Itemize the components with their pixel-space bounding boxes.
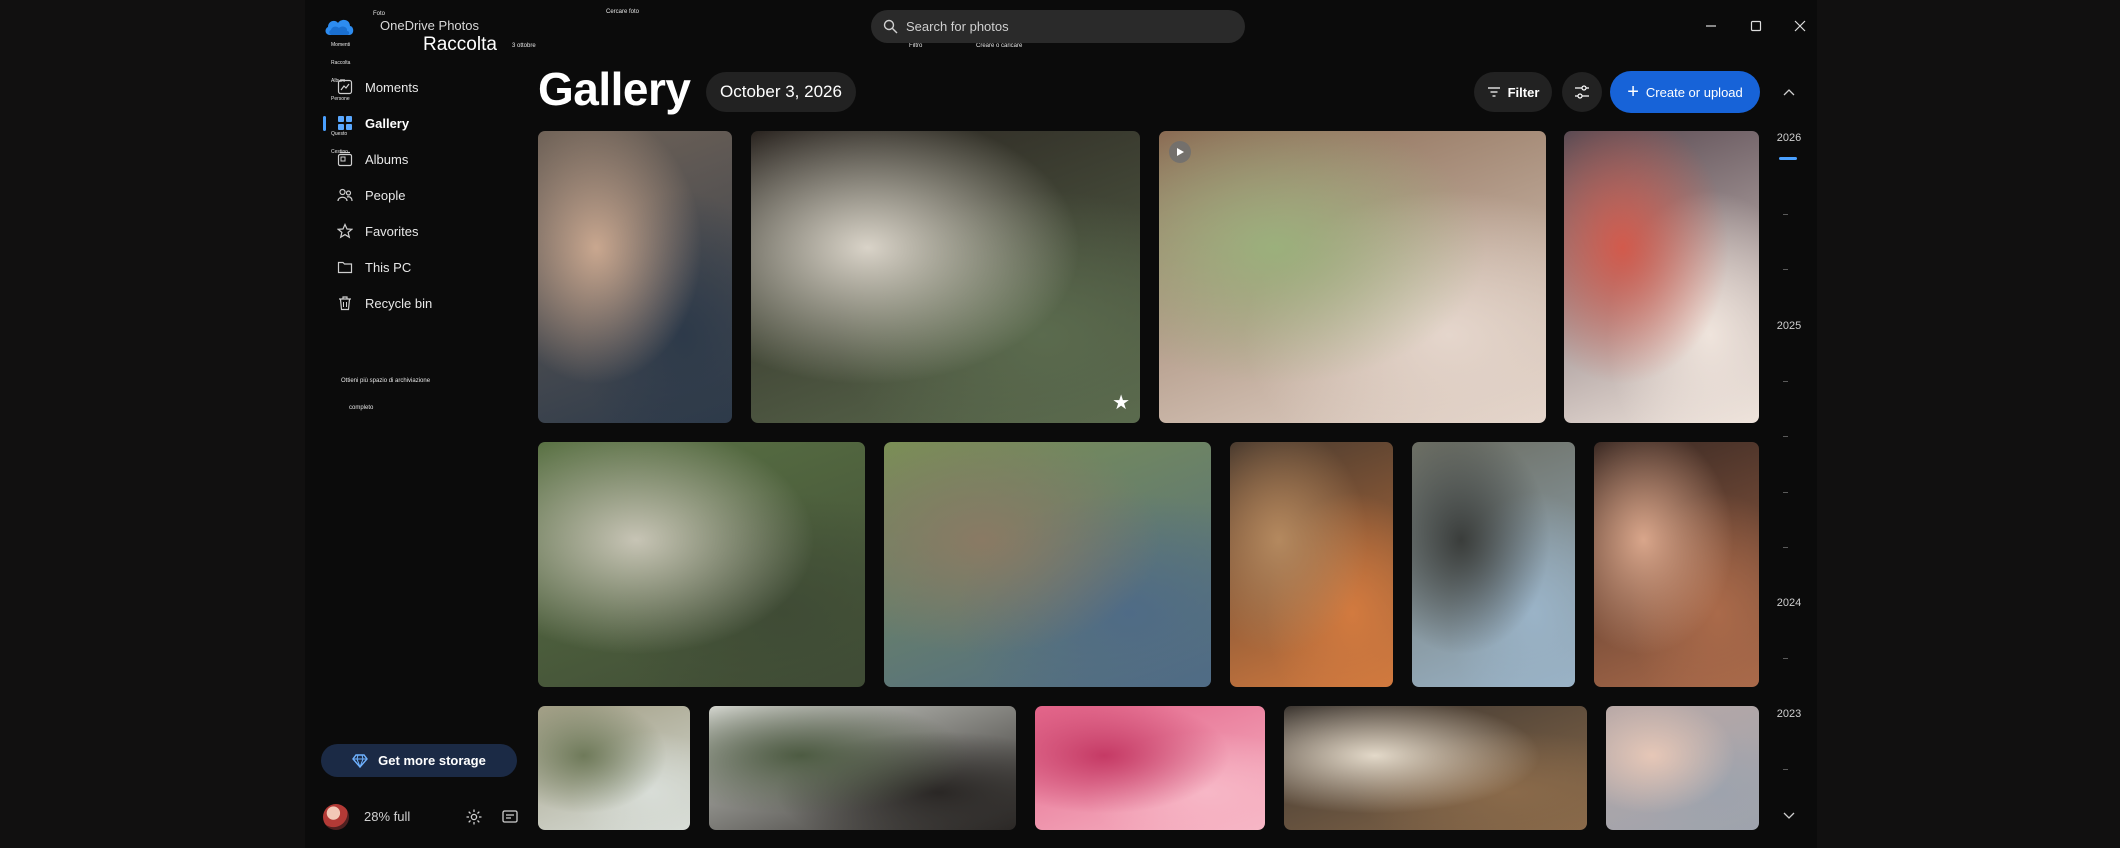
- overlay-date: 3 ottobre: [512, 43, 536, 49]
- timeline-tick: [1783, 214, 1788, 215]
- close-icon[interactable]: [1788, 14, 1812, 38]
- trash-icon: [335, 293, 355, 313]
- timeline-year[interactable]: 2024: [1774, 597, 1804, 609]
- timeline-tick: [1783, 436, 1788, 437]
- timeline-year[interactable]: 2026: [1774, 132, 1804, 144]
- maximize-icon[interactable]: [1744, 14, 1768, 38]
- sliders-icon: [1575, 85, 1589, 99]
- gallery-icon: [335, 113, 355, 133]
- timeline-tick: [1783, 269, 1788, 270]
- video-play-icon: [1169, 141, 1191, 163]
- storage-usage: 28% full: [364, 809, 411, 824]
- sidebar-item-label: Gallery: [365, 115, 410, 131]
- overlay-crea: Creare o caricare: [976, 43, 1023, 49]
- timeline-tick: [1783, 381, 1788, 382]
- search-icon: [883, 19, 898, 34]
- page-title: Gallery: [538, 63, 691, 115]
- favorite-star-icon: ★: [1112, 392, 1130, 414]
- photo-thumbnail[interactable]: [884, 442, 1211, 687]
- photo-thumbnail[interactable]: [538, 442, 865, 687]
- minimize-icon[interactable]: [1699, 14, 1723, 38]
- sidebar-item-label: Favorites: [365, 223, 419, 239]
- timeline-tick: [1783, 492, 1788, 493]
- sidebar-item-label: This PC: [365, 259, 412, 275]
- view-options-button[interactable]: [1562, 72, 1602, 112]
- active-indicator: [323, 116, 326, 131]
- overlay-completo: completo: [349, 405, 374, 411]
- photo-thumbnail[interactable]: ★: [751, 131, 1140, 423]
- overlay-filtro: Filtro: [909, 43, 923, 49]
- get-more-storage-button[interactable]: Get more storage: [321, 744, 517, 777]
- photo-thumbnail[interactable]: [1412, 442, 1575, 687]
- people-icon: [335, 185, 355, 205]
- filter-button[interactable]: Filter: [1474, 72, 1552, 112]
- sidebar-item-label: Recycle bin: [365, 295, 433, 311]
- albums-icon: [335, 149, 355, 169]
- filter-icon: [1487, 87, 1500, 97]
- filter-label: Filter: [1507, 84, 1540, 100]
- app-window: Foto Cercare foto 3 ottobre Momenti Racc…: [305, 0, 1817, 848]
- overlay-foto: Foto: [373, 11, 386, 17]
- search-placeholder: Search for photos: [906, 19, 1009, 34]
- onedrive-cloud-icon: [323, 15, 355, 37]
- storage-button-label: Get more storage: [378, 753, 486, 768]
- date-pill[interactable]: October 3, 2026: [706, 72, 856, 112]
- overlay-raccolta: Raccolta: [331, 60, 351, 66]
- section-title: Raccolta: [423, 34, 497, 55]
- photo-thumbnail[interactable]: [1035, 706, 1265, 830]
- sidebar-item-label: Albums: [365, 151, 409, 167]
- settings-gear-icon[interactable]: [465, 808, 483, 826]
- moments-icon: [335, 77, 355, 97]
- chevron-down-icon[interactable]: [1777, 804, 1801, 828]
- star-icon: [335, 221, 355, 241]
- photo-thumbnail[interactable]: [1564, 131, 1759, 423]
- timeline-tick: [1783, 769, 1788, 770]
- overlay-cercare: Cercare foto: [606, 9, 640, 15]
- timeline-tick: [1783, 658, 1788, 659]
- photo-thumbnail[interactable]: [1606, 706, 1759, 830]
- create-label: Create or upload: [1645, 84, 1743, 100]
- plus-icon: +: [1627, 81, 1639, 103]
- chevron-up-icon[interactable]: [1777, 80, 1801, 104]
- feedback-icon[interactable]: [501, 808, 519, 826]
- overlay-spazio: Ottieni più spazio di archiviazione: [341, 378, 431, 384]
- create-or-upload-button[interactable]: + Create or upload: [1610, 71, 1760, 113]
- photo-thumbnail[interactable]: [538, 131, 732, 423]
- avatar[interactable]: [323, 804, 349, 830]
- timeline-current-marker: [1779, 157, 1797, 160]
- timeline-year[interactable]: 2025: [1774, 320, 1804, 332]
- folder-icon: [335, 257, 355, 277]
- timeline-tick: [1783, 547, 1788, 548]
- sidebar-item-label: People: [365, 187, 406, 203]
- timeline-year[interactable]: 2023: [1774, 708, 1804, 720]
- photo-thumbnail[interactable]: [1594, 442, 1759, 687]
- photo-thumbnail[interactable]: [538, 706, 690, 830]
- diamond-icon: [352, 753, 369, 768]
- photo-thumbnail[interactable]: [1284, 706, 1587, 830]
- overlay-momenti: Momenti: [331, 42, 351, 48]
- photo-thumbnail[interactable]: [1159, 131, 1546, 423]
- sidebar-item-label: Moments: [365, 79, 419, 95]
- search-input[interactable]: Search for photos: [871, 10, 1245, 43]
- photo-thumbnail[interactable]: [709, 706, 1016, 830]
- photo-thumbnail[interactable]: [1230, 442, 1393, 687]
- app-title: OneDrive Photos: [380, 18, 479, 33]
